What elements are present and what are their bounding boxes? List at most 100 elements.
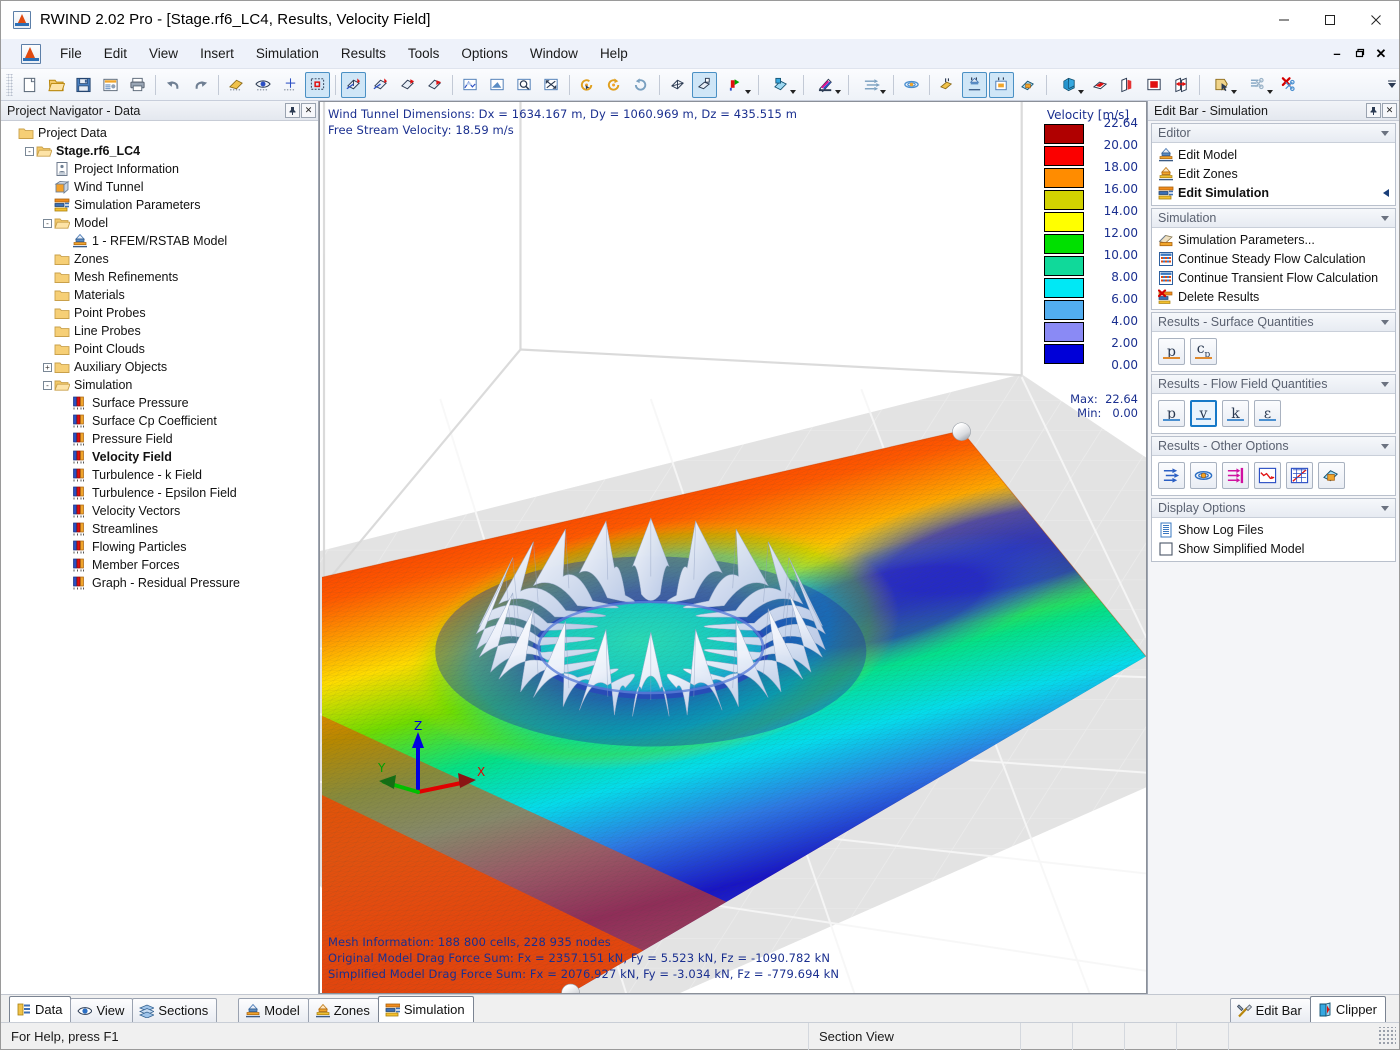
edit-bar-pin-button[interactable] — [1366, 103, 1381, 118]
edit-bar-group-header[interactable]: Results - Flow Field Quantities — [1152, 375, 1395, 394]
tree-item-wind-tunnel[interactable]: Wind Tunnel — [5, 178, 318, 196]
wind-simulation-scene[interactable] — [320, 102, 1146, 993]
window-minimize-button[interactable] — [1261, 1, 1307, 39]
cut-tool-icon[interactable] — [1241, 72, 1275, 98]
select-objects-icon[interactable] — [1205, 72, 1239, 98]
surface-cp-button[interactable]: cp — [1190, 338, 1217, 365]
tab-clipper[interactable]: Clipper — [1309, 996, 1386, 1022]
field-k-button[interactable]: k — [1222, 400, 1249, 427]
chevron-down-icon[interactable] — [835, 89, 841, 94]
edit-bar-close-button[interactable]: ✕ — [1382, 103, 1397, 118]
menu-item-tools[interactable]: Tools — [397, 41, 451, 66]
section-move-icon[interactable] — [1169, 72, 1194, 98]
chevron-down-icon[interactable] — [1381, 505, 1389, 511]
section-fill-icon[interactable] — [1142, 72, 1167, 98]
project-info-icon[interactable] — [98, 72, 123, 98]
chevron-down-icon[interactable] — [790, 89, 796, 94]
shading-icon[interactable] — [458, 72, 483, 98]
visibility-icon[interactable] — [251, 72, 276, 98]
delete-results-icon[interactable] — [1277, 72, 1302, 98]
tree-item-zones[interactable]: Zones — [5, 250, 318, 268]
tab-zones[interactable]: Zones — [307, 998, 379, 1022]
result-model-icon[interactable] — [962, 71, 987, 98]
menu-item-simulation[interactable]: Simulation — [245, 41, 330, 66]
chevron-down-icon[interactable] — [1381, 130, 1389, 136]
zoom-window-icon[interactable] — [485, 72, 510, 98]
menu-item-window[interactable]: Window — [519, 41, 589, 66]
tree-item-flowing-particles[interactable]: Flowing Particles — [5, 538, 318, 556]
tab-model[interactable]: Model — [238, 998, 309, 1022]
edit-bar-item-continue-transient-flow-calculation[interactable]: Continue Transient Flow Calculation — [1152, 268, 1395, 287]
redo-icon[interactable] — [188, 72, 213, 98]
menu-item-options[interactable]: Options — [450, 41, 519, 66]
tree-toggle[interactable]: + — [41, 358, 54, 376]
section-xy-icon[interactable] — [1088, 72, 1113, 98]
tree-item-mesh-refinements[interactable]: Mesh Refinements — [5, 268, 318, 286]
tab-data[interactable]: Data — [9, 996, 72, 1022]
object-snap-icon[interactable] — [305, 71, 330, 98]
result-render-icon[interactable] — [1016, 72, 1041, 98]
tab-view[interactable]: View — [70, 998, 134, 1022]
view-xz-icon[interactable] — [395, 72, 420, 98]
section-yz-icon[interactable] — [1115, 72, 1140, 98]
tab-sections[interactable]: Sections — [132, 998, 218, 1022]
tree-item-auxiliary-objects[interactable]: + Auxiliary Objects — [5, 358, 318, 376]
log-file-icon[interactable] — [1157, 522, 1174, 538]
render-quality-icon[interactable] — [764, 72, 798, 98]
toolbar-overflow-button[interactable] — [1385, 72, 1399, 98]
velocity-vectors-button[interactable] — [1158, 462, 1185, 489]
zoom-all-icon[interactable] — [539, 72, 564, 98]
clipping-box-icon[interactable] — [1052, 72, 1086, 98]
save-icon[interactable] — [71, 72, 96, 98]
tree-toggle[interactable]: - — [23, 142, 36, 160]
project-tree[interactable]: Project Data - Stage.rf6_LC4 Project Inform… — [1, 121, 318, 994]
tree-item-simulation[interactable]: - Simulation — [5, 376, 318, 394]
surface-pressure-button[interactable]: p — [1158, 338, 1185, 365]
checkbox-icon[interactable] — [1157, 541, 1174, 557]
axis-display-icon[interactable] — [719, 72, 753, 98]
toolbar-grip[interactable] — [6, 73, 13, 96]
rotate-view-icon[interactable] — [575, 72, 600, 98]
snap-grid-icon[interactable] — [278, 72, 303, 98]
flow-arrows-icon[interactable] — [854, 72, 888, 98]
rotate-left-icon[interactable] — [602, 72, 627, 98]
tree-item-materials[interactable]: Materials — [5, 286, 318, 304]
tree-toggle[interactable]: - — [41, 214, 54, 232]
status-resize-grip[interactable] — [1378, 1027, 1396, 1045]
menu-item-file[interactable]: File — [49, 41, 93, 66]
chevron-down-icon[interactable] — [1381, 215, 1389, 221]
field-pressure-button[interactable]: p — [1158, 400, 1185, 427]
field-velocity-button[interactable]: v — [1190, 400, 1217, 427]
mdi-close-button[interactable]: ✕ — [1371, 44, 1391, 64]
colors-icon[interactable] — [809, 72, 843, 98]
tree-item-point-probes[interactable]: Point Probes — [5, 304, 318, 322]
tree-item-model[interactable]: - Model — [5, 214, 318, 232]
chevron-down-icon[interactable] — [1381, 443, 1389, 449]
zoom-previous-icon[interactable] — [512, 72, 537, 98]
chevron-down-icon[interactable] — [1381, 319, 1389, 325]
mdi-minimize-button[interactable]: – — [1327, 44, 1347, 64]
flowing-particles-button[interactable] — [1222, 462, 1249, 489]
residual-graph-button[interactable] — [1254, 462, 1281, 489]
window-maximize-button[interactable] — [1307, 1, 1353, 39]
print-icon[interactable] — [125, 72, 150, 98]
wireframe-icon[interactable] — [665, 72, 690, 98]
tree-item-surface-cp-coefficient[interactable]: Surface Cp Coefficient — [5, 412, 318, 430]
result-field-icon[interactable] — [989, 71, 1014, 98]
edit-bar-group-header[interactable]: Results - Surface Quantities — [1152, 313, 1395, 332]
new-file-icon[interactable] — [17, 72, 42, 98]
tree-item-velocity-vectors[interactable]: Velocity Vectors — [5, 502, 318, 520]
edit-bar-item-simulation-parameters[interactable]: Simulation Parameters... — [1152, 230, 1395, 249]
edit-bar-group-header[interactable]: Simulation — [1152, 209, 1395, 228]
tree-item-project-information[interactable]: Project Information — [5, 160, 318, 178]
chevron-down-icon[interactable] — [1267, 89, 1273, 94]
render-mode-icon[interactable] — [224, 72, 249, 98]
window-close-button[interactable] — [1353, 1, 1399, 39]
tab-simulation[interactable]: Simulation — [377, 996, 474, 1022]
edit-bar-group-header[interactable]: Display Options — [1152, 499, 1395, 518]
edit-bar-group-header[interactable]: Results - Other Options — [1152, 437, 1395, 456]
navigator-close-button[interactable]: ✕ — [301, 103, 316, 118]
edit-bar-item-continue-steady-flow-calculation[interactable]: Continue Steady Flow Calculation — [1152, 249, 1395, 268]
tree-item-pressure-field[interactable]: Pressure Field — [5, 430, 318, 448]
open-file-icon[interactable] — [44, 72, 69, 98]
